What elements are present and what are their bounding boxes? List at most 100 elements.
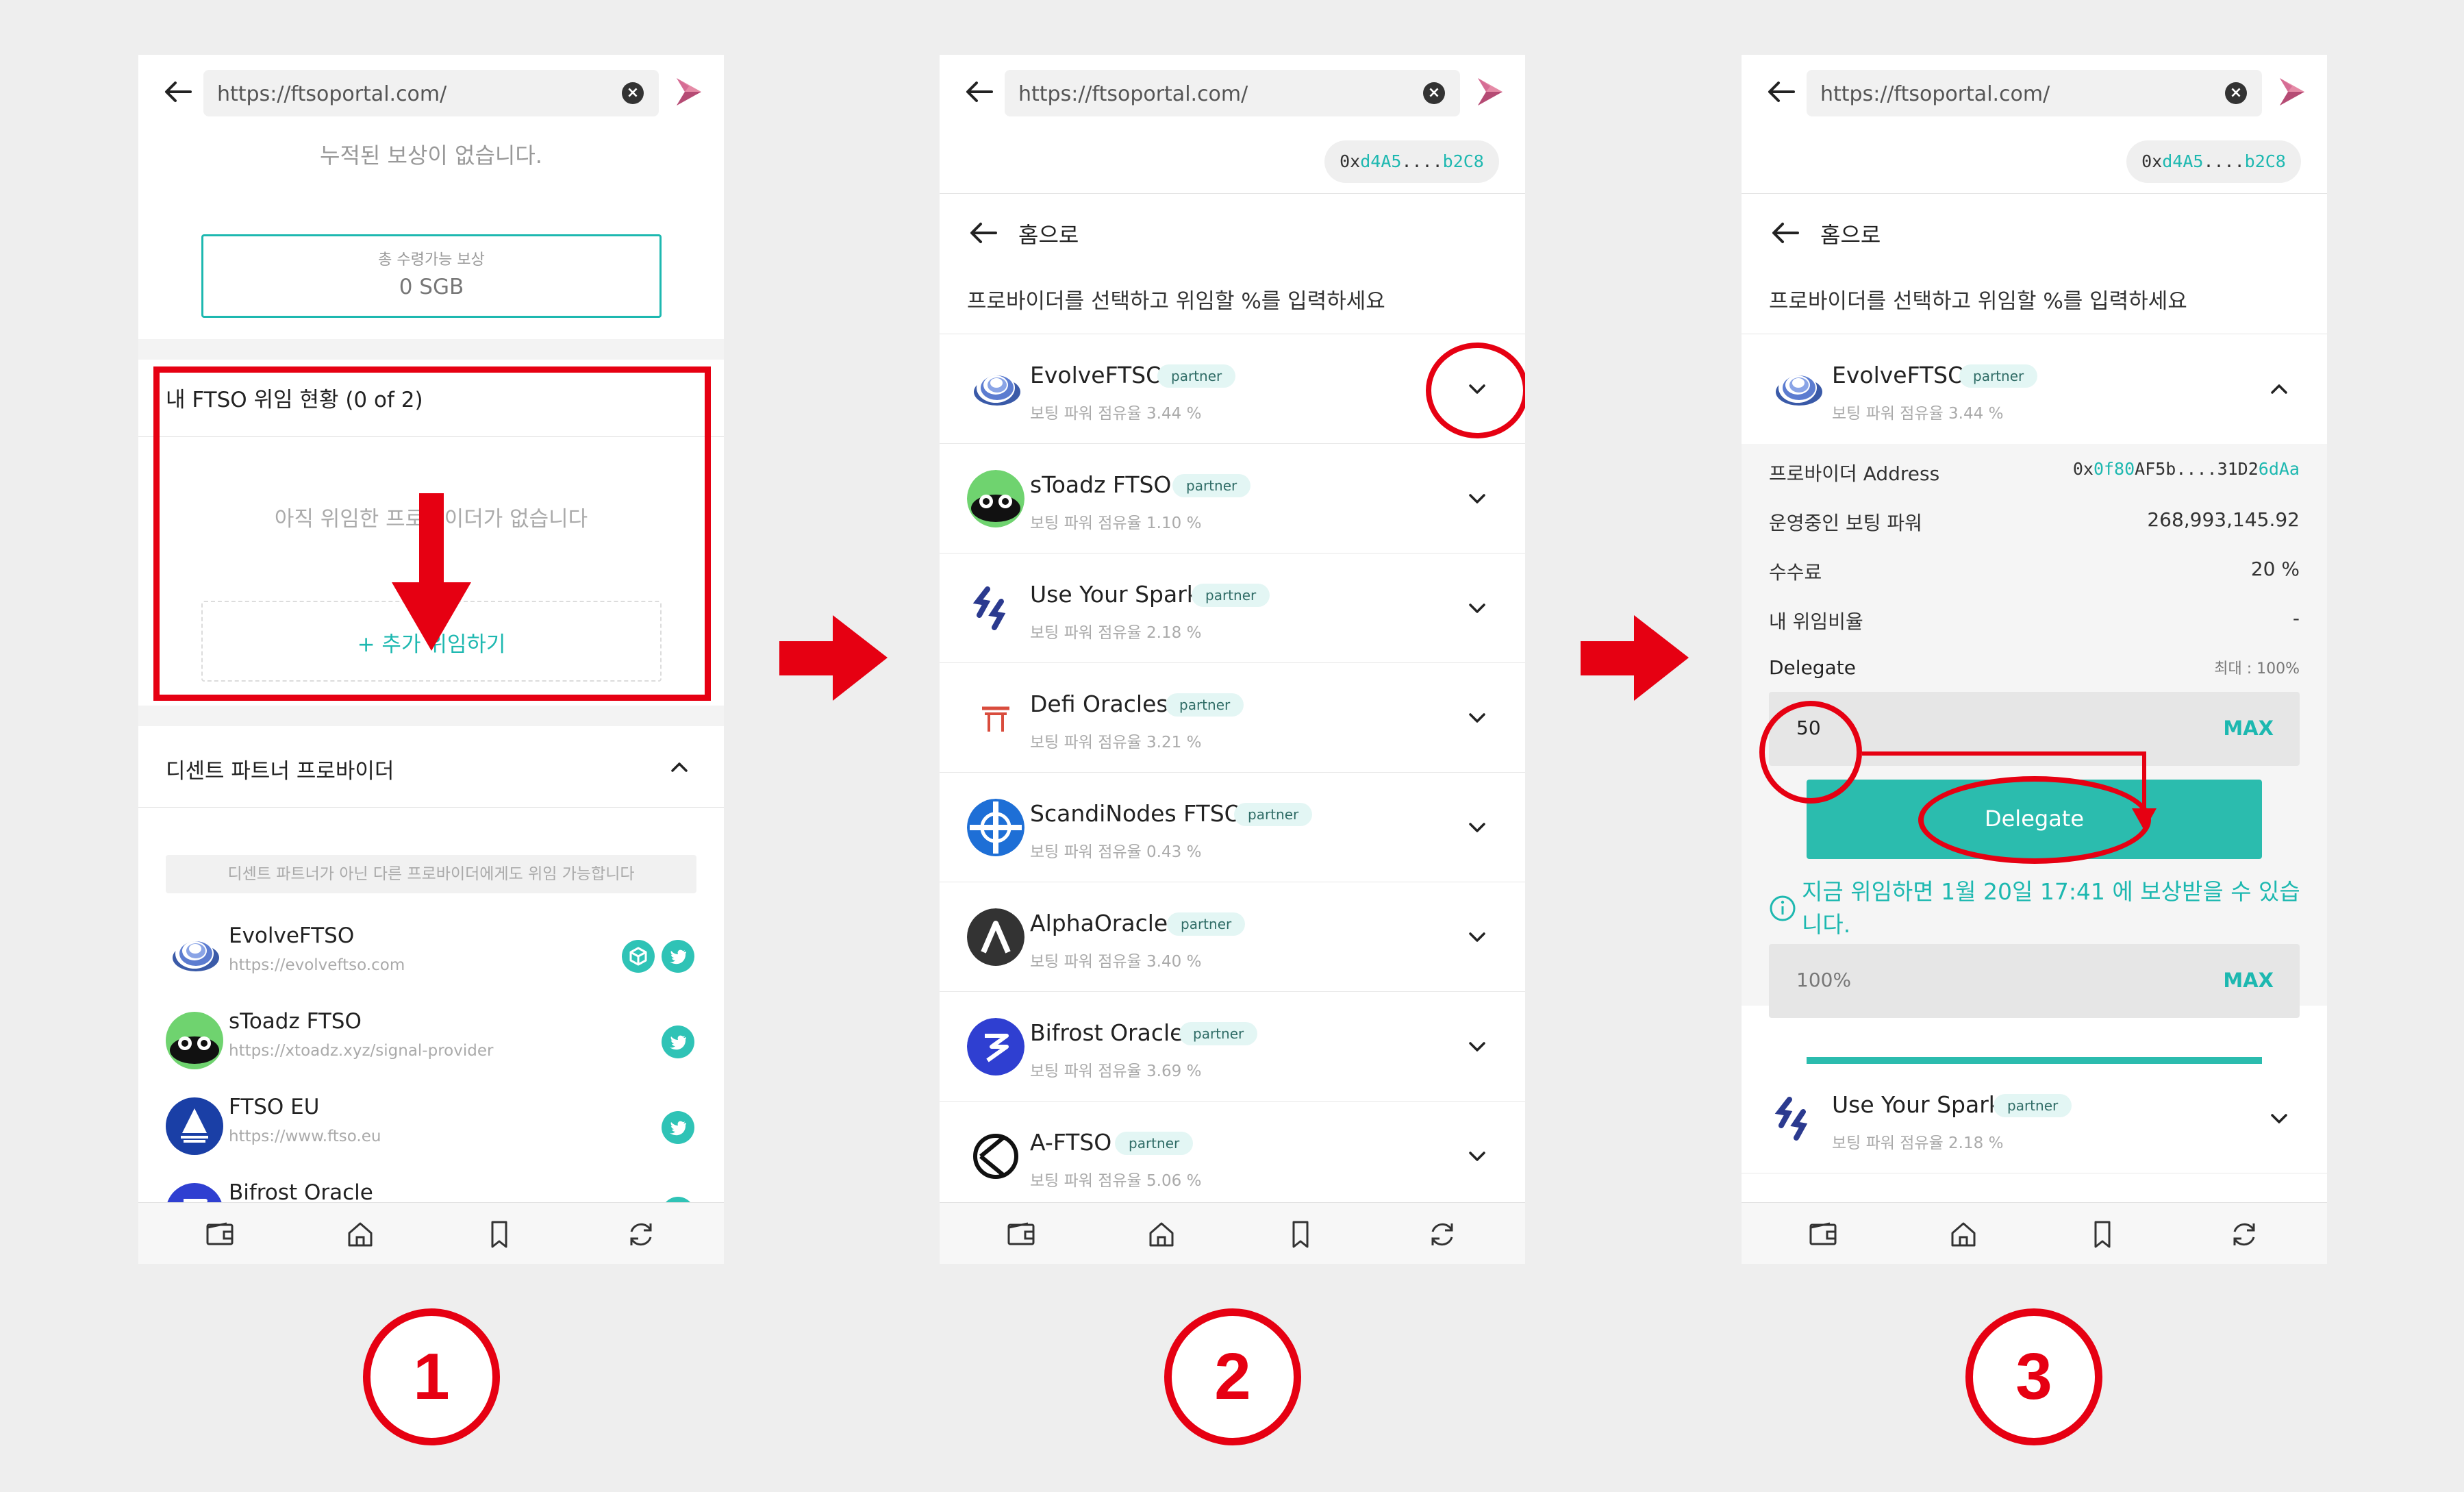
wallet-icon[interactable] xyxy=(1807,1218,1839,1251)
bookmark-icon[interactable] xyxy=(2086,1218,2119,1251)
bottom-nav xyxy=(940,1202,1525,1264)
step-arrow-1-2 xyxy=(779,615,888,701)
annotation-input-circle xyxy=(1759,701,1862,804)
browser-bar: https://ftsoportal.com/ × xyxy=(940,55,1525,130)
collapse-chevron-icon[interactable] xyxy=(2265,375,2293,403)
aftso-logo-icon xyxy=(967,1128,1024,1185)
wallet-icon[interactable] xyxy=(203,1218,236,1251)
clear-url-icon[interactable]: × xyxy=(2225,82,2247,104)
back-home-arrow-icon[interactable] xyxy=(966,215,1001,251)
expand-chevron-icon[interactable] xyxy=(1463,923,1491,951)
detail-value: 20 % xyxy=(2250,558,2300,580)
ftso-eu-logo-icon xyxy=(166,1097,223,1155)
divider xyxy=(1742,193,2327,194)
instruction-text: 프로바이더를 선택하고 위임할 %를 입력하세요 xyxy=(1769,289,2187,314)
second-delegate-input[interactable]: 100% MAX xyxy=(1769,944,2300,1018)
clear-url-icon[interactable]: × xyxy=(622,82,644,104)
partner-section-title: 디센트 파트너 프로바이더 xyxy=(166,759,394,784)
twitter-icon[interactable] xyxy=(662,1111,694,1144)
back-arrow-icon[interactable] xyxy=(1763,74,1799,110)
partner-badge: partner xyxy=(1959,364,2038,388)
bifrost-logo-icon xyxy=(967,1018,1024,1076)
home-icon[interactable] xyxy=(1947,1218,1980,1251)
provider-name: sToadz FTSO xyxy=(1030,471,1172,498)
expand-chevron-icon[interactable] xyxy=(1463,704,1491,732)
expand-chevron-icon[interactable] xyxy=(1463,1033,1491,1060)
back-home-arrow-icon[interactable] xyxy=(1768,215,1803,251)
refresh-icon[interactable] xyxy=(1426,1218,1459,1251)
expand-chevron-icon[interactable] xyxy=(1463,485,1491,512)
provider-row-bifrost[interactable]: Bifrost Oracle partner 보팅 파워 점유율 3.69 % xyxy=(940,992,1525,1102)
url-field[interactable]: https://ftsoportal.com/ × xyxy=(1005,70,1460,116)
partner-badge: partner xyxy=(1994,1094,2072,1117)
app-logo-icon[interactable] xyxy=(1472,74,1508,110)
provider-name: Use Your Spark xyxy=(1832,1091,2002,1118)
addr-part2: b2C8 xyxy=(2244,151,2286,171)
second-input-value: 100% xyxy=(1796,969,1852,991)
annotation-circle xyxy=(1426,343,1525,438)
provider-row-alphaoracle[interactable]: AlphaOracle partner 보팅 파워 점유율 3.40 % xyxy=(940,882,1525,992)
url-field[interactable]: https://ftsoportal.com/ × xyxy=(1807,70,2262,116)
bookmark-icon[interactable] xyxy=(1284,1218,1317,1251)
expand-chevron-icon[interactable] xyxy=(1463,814,1491,841)
expand-chevron-icon[interactable] xyxy=(2265,1105,2293,1132)
clear-url-icon[interactable]: × xyxy=(1423,82,1445,104)
expand-chevron-icon[interactable] xyxy=(1463,595,1491,622)
provider-name: Defi Oracles xyxy=(1030,691,1168,717)
provider-row-aftso[interactable]: A-FTSO partner 보팅 파워 점유율 5.06 % xyxy=(940,1102,1525,1211)
spark-logo-icon xyxy=(967,580,1024,637)
wallet-address-pill[interactable]: 0xd4A5....b2C8 xyxy=(1324,140,1499,183)
second-max-button[interactable]: MAX xyxy=(2223,969,2274,992)
home-icon[interactable] xyxy=(1145,1218,1178,1251)
partner-badge: partner xyxy=(1166,693,1244,717)
provider-row-defi[interactable]: Defi Oracles partner 보팅 파워 점유율 3.21 % xyxy=(940,663,1525,773)
back-arrow-icon[interactable] xyxy=(961,74,997,110)
refresh-icon[interactable] xyxy=(2228,1218,2261,1251)
refresh-icon[interactable] xyxy=(625,1218,657,1251)
home-icon[interactable] xyxy=(344,1218,377,1251)
provider-name: A-FTSO xyxy=(1030,1129,1112,1156)
info-text: 지금 위임하면 1월 20일 17:41 에 보상받을 수 있습 니다. xyxy=(1802,878,2300,938)
partner-item-ftso-eu[interactable]: FTSO EU https://www.ftso.eu xyxy=(138,1089,724,1171)
provider-row-spark[interactable]: Use Your Spark partner 보팅 파워 점유율 2.18 % xyxy=(940,554,1525,663)
provider-row-scandinodes[interactable]: ScandiNodes FTSO partner 보팅 파워 점유율 0.43 … xyxy=(940,773,1525,882)
max-hint: 최대 : 100% xyxy=(2214,660,2300,677)
addr-part1: d4A5 xyxy=(1360,151,1402,171)
addr-part1: d4A5 xyxy=(2162,151,2204,171)
bookmark-icon[interactable] xyxy=(483,1218,516,1251)
back-home-link[interactable]: 홈으로 xyxy=(1018,218,1079,249)
max-button[interactable]: MAX xyxy=(2223,717,2274,740)
provider-row-stoadz[interactable]: sToadz FTSO partner 보팅 파워 점유율 1.10 % xyxy=(940,444,1525,554)
wallet-address-pill[interactable]: 0xd4A5....b2C8 xyxy=(2126,140,2301,183)
url-field[interactable]: https://ftsoportal.com/ × xyxy=(203,70,659,116)
provider-share: 보팅 파워 점유율 2.18 % xyxy=(1030,624,1202,642)
app-logo-icon[interactable] xyxy=(2274,74,2310,110)
expand-chevron-icon[interactable] xyxy=(1463,1143,1491,1170)
provider-name: AlphaOracle xyxy=(1030,910,1168,936)
total-rewards-value: 0 SGB xyxy=(399,275,464,299)
partner-name: EvolveFTSO xyxy=(229,923,355,948)
provider-share: 보팅 파워 점유율 2.18 % xyxy=(1832,1134,2004,1152)
twitter-icon[interactable] xyxy=(662,1025,694,1058)
partner-item-evolve[interactable]: EvolveFTSO https://evolveftso.com xyxy=(138,918,724,1000)
partner-name: FTSO EU xyxy=(229,1095,320,1119)
provider-share: 보팅 파워 점유율 3.69 % xyxy=(1030,1062,1202,1080)
back-arrow-icon[interactable] xyxy=(160,74,196,110)
app-logo-icon[interactable] xyxy=(671,74,707,110)
provider-row-spark[interactable]: Use Your Spark partner 보팅 파워 점유율 2.18 % xyxy=(1742,1064,2327,1173)
provider-row-evolve-expanded[interactable]: EvolveFTSO partner 보팅 파워 점유율 3.44 % xyxy=(1742,334,2327,444)
collapse-chevron-icon[interactable] xyxy=(666,754,693,781)
step-number-2: 2 xyxy=(1164,1308,1301,1445)
provider-name: Use Your Spark xyxy=(1030,581,1200,608)
partner-name: sToadz FTSO xyxy=(229,1009,362,1034)
hidden-button-edge xyxy=(1807,1057,2262,1064)
partner-badge: partner xyxy=(1192,584,1270,607)
web-icon[interactable] xyxy=(622,940,655,973)
spark-logo-icon xyxy=(1769,1090,1826,1147)
back-home-link[interactable]: 홈으로 xyxy=(1820,218,1881,249)
wallet-icon[interactable] xyxy=(1005,1218,1038,1251)
detail-label: 프로바이더 Address xyxy=(1769,462,1940,485)
partner-item-stoadz[interactable]: sToadz FTSO https://xtoadz.xyz/signal-pr… xyxy=(138,1004,724,1086)
detail-my-ratio: 내 위임비율 - xyxy=(1769,607,2300,634)
twitter-icon[interactable] xyxy=(662,940,694,973)
